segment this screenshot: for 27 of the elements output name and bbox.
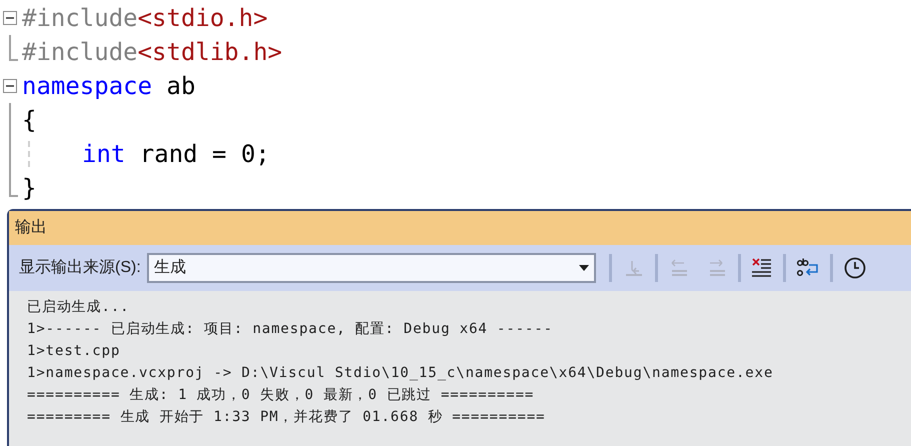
header-text: <stdlib.h>	[138, 37, 282, 68]
fold-end-line	[9, 171, 18, 197]
output-line: 已启动生成...	[27, 298, 130, 317]
output-line: ========== 生成: 1 成功，0 失败，0 最新，0 已跳过 ==========	[27, 386, 536, 405]
keyword-text: namespace	[22, 71, 152, 102]
source-dropdown[interactable]: 生成	[146, 253, 596, 283]
output-line: ========= 生成 开始于 1:33 PM，并花费了 01.668 秒 ==========	[27, 408, 546, 427]
code-text: ab	[165, 71, 196, 102]
clear-all-icon	[750, 257, 773, 279]
code-text: rand = 0;	[138, 139, 270, 170]
directive-text: #include	[22, 37, 138, 68]
collapse-icon[interactable]	[3, 11, 17, 25]
fold-end-line	[9, 35, 18, 61]
header-text: <stdio.h>	[138, 3, 268, 34]
word-wrap-icon	[796, 257, 820, 279]
collapse-icon[interactable]	[3, 79, 17, 93]
code-text: {	[22, 105, 36, 136]
dropdown-caret-icon	[578, 265, 589, 271]
clock-icon	[842, 256, 867, 280]
output-line: 1>namespace.vcxproj -> D:\Viscul Stdio\10_15_c\namespace\x64\Debug\namespace.exe	[27, 364, 774, 383]
source-label: 显示输出来源(S):	[19, 258, 141, 278]
code-text: }	[22, 173, 36, 204]
keyword-text: int	[82, 139, 126, 170]
output-line: 1>test.cpp	[27, 342, 122, 361]
output-line: 1>------ 已启动生成: 项目: namespace, 配置: Debug x64 ------	[27, 320, 554, 339]
directive-text: #include	[22, 3, 138, 34]
panel-title: 输出	[15, 218, 47, 238]
